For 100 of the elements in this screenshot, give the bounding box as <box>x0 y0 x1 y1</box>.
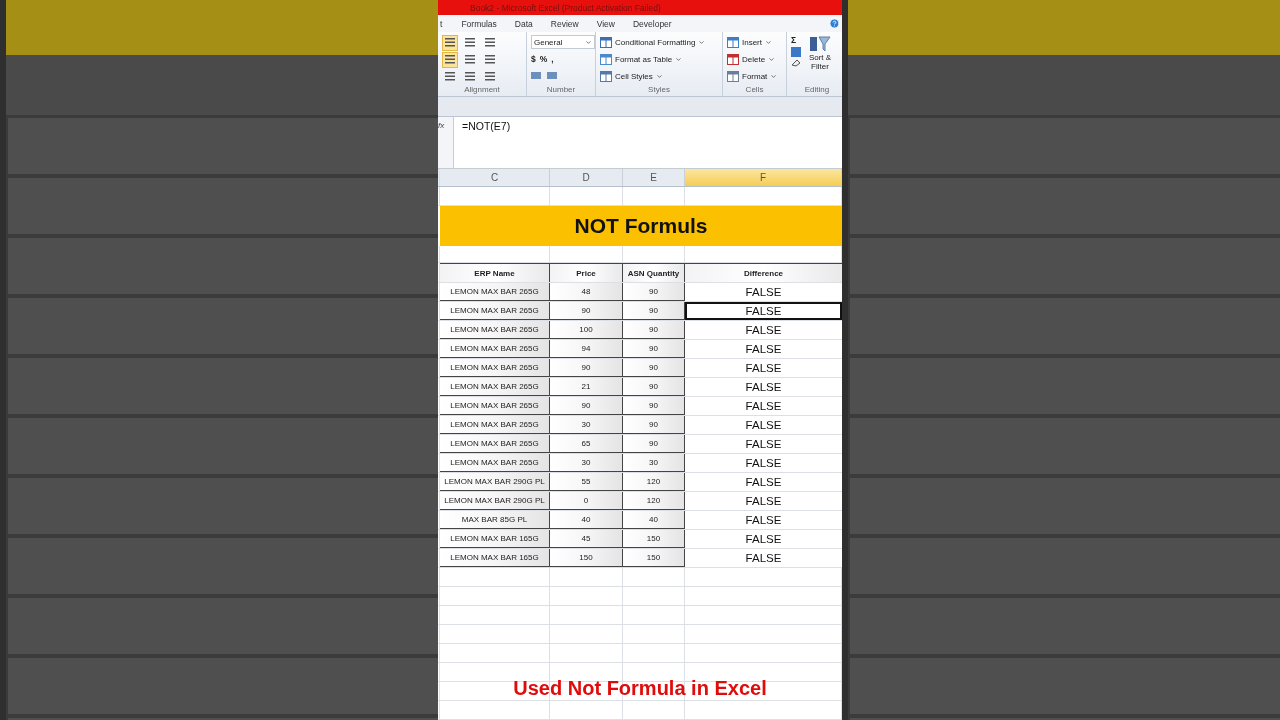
table-cell: 94 <box>550 340 623 358</box>
styles-button[interactable]: Cell Styles <box>600 69 718 85</box>
table-cell: LEMON MAX BAR 265G <box>440 397 550 415</box>
table-cell: 40 <box>623 511 685 529</box>
ribbon-tab[interactable]: Review <box>541 16 588 31</box>
ribbon-tab[interactable]: View <box>587 16 624 31</box>
caret-icon[interactable] <box>675 56 683 64</box>
table-cell[interactable]: FALSE <box>685 321 842 339</box>
table-cell[interactable]: FALSE <box>685 492 842 510</box>
group-label: Alignment <box>463 84 501 97</box>
table-cell: 30 <box>550 454 623 472</box>
ribbon-tab[interactable]: t <box>438 16 453 31</box>
table-cell: LEMON MAX BAR 265G <box>440 359 550 377</box>
number-format-button[interactable]: % <box>539 53 548 64</box>
table-cell: LEMON MAX BAR 265G <box>440 340 550 358</box>
cells-button[interactable]: Format <box>727 69 782 85</box>
table-header-cell: ERP Name <box>440 263 550 282</box>
table-cell: 30 <box>623 454 685 472</box>
caret-icon[interactable] <box>768 56 776 64</box>
number-format-button[interactable]: , <box>551 53 554 64</box>
table-cell: 150 <box>623 549 685 567</box>
table-cell: 90 <box>550 359 623 377</box>
table-header-cell: ASN Quantity <box>623 263 685 282</box>
table-cell[interactable]: FALSE <box>685 283 842 301</box>
table-cell: 55 <box>550 473 623 491</box>
cells-button[interactable]: Delete <box>727 52 782 68</box>
caret-icon[interactable] <box>655 73 663 81</box>
table-cell[interactable]: FALSE <box>685 435 842 453</box>
table-cell: LEMON MAX BAR 290G PL <box>440 473 550 491</box>
table-cell[interactable]: FALSE <box>685 397 842 415</box>
autosum-button[interactable]: Σ <box>791 35 801 46</box>
window-title: Book2 - Microsoft Excel (Product Activation Failed) <box>470 2 661 13</box>
table-cell: LEMON MAX BAR 265G <box>440 283 550 301</box>
table-cell: 90 <box>623 302 685 320</box>
table-cell[interactable]: FALSE <box>685 340 842 358</box>
table-icon <box>727 37 739 49</box>
table-icon <box>600 71 612 83</box>
formula-field[interactable]: =NOT(E7) <box>454 117 519 168</box>
cells-button[interactable]: Insert <box>727 35 782 51</box>
table-cell: 90 <box>550 397 623 415</box>
table-cell[interactable]: FALSE <box>685 549 842 567</box>
table-cell[interactable]: FALSE <box>685 511 842 529</box>
table-cell: 90 <box>623 397 685 415</box>
group-label: Number <box>545 84 577 97</box>
group-label: Styles <box>647 84 671 97</box>
table-cell: 90 <box>623 416 685 434</box>
table-cell: LEMON MAX BAR 265G <box>440 435 550 453</box>
fill-icon[interactable] <box>791 47 801 58</box>
help-icon[interactable] <box>829 18 840 30</box>
table-cell: LEMON MAX BAR 265G <box>440 302 550 320</box>
table-cell: LEMON MAX BAR 265G <box>440 416 550 434</box>
table-cell: 90 <box>550 302 623 320</box>
styles-button[interactable]: Conditional Formatting <box>600 35 718 51</box>
table-cell: MAX BAR 85G PL <box>440 511 550 529</box>
caret-icon[interactable] <box>765 39 772 47</box>
table-cell: 150 <box>623 530 685 548</box>
table-icon <box>600 37 612 49</box>
styles-button[interactable]: Format as Table <box>600 52 718 68</box>
ribbon-tab[interactable]: Developer <box>623 16 681 31</box>
table-cell[interactable]: FALSE <box>685 359 842 377</box>
table-icon <box>727 71 739 83</box>
table-icon <box>600 54 612 66</box>
table-cell: LEMON MAX BAR 265G <box>440 321 550 339</box>
table-cell[interactable]: FALSE <box>685 473 842 491</box>
number-format-button[interactable]: $ <box>531 53 536 64</box>
sort-filter-button[interactable]: Sort & Filter <box>805 53 835 72</box>
table-cell: 0 <box>550 492 623 510</box>
table-cell: 90 <box>623 321 685 339</box>
ribbon-tab[interactable]: Data <box>505 16 542 31</box>
eraser-icon[interactable] <box>791 59 801 68</box>
table-cell: 45 <box>550 530 623 548</box>
table-cell: 120 <box>623 473 685 491</box>
number-format-dropdown[interactable]: General <box>531 35 595 50</box>
table-cell: LEMON MAX BAR 265G <box>440 454 550 472</box>
caret-icon[interactable] <box>698 39 706 47</box>
table-cell[interactable]: FALSE <box>685 416 842 434</box>
table-cell: LEMON MAX BAR 290G PL <box>440 492 550 510</box>
caption: Used Not Formula in Excel <box>512 677 768 700</box>
table-cell[interactable]: FALSE <box>685 302 842 320</box>
table-cell: LEMON MAX BAR 265G <box>440 378 550 396</box>
caret-icon[interactable] <box>585 38 592 46</box>
caret-icon[interactable] <box>770 73 778 81</box>
table-cell[interactable]: FALSE <box>685 454 842 472</box>
table-header-cell: Difference <box>685 263 842 282</box>
ribbon-tab[interactable]: Formulas <box>452 16 506 31</box>
table-cell[interactable]: FALSE <box>685 378 842 396</box>
table-cell: LEMON MAX BAR 165G <box>440 530 550 548</box>
align-button[interactable] <box>442 51 458 68</box>
function-label[interactable]: fx <box>438 117 454 168</box>
table-cell[interactable]: FALSE <box>685 530 842 548</box>
align-button[interactable] <box>442 34 458 51</box>
column-header[interactable]: F <box>685 169 842 186</box>
table-cell: 30 <box>550 416 623 434</box>
group-label: Cells <box>744 84 765 97</box>
table-cell: 90 <box>623 359 685 377</box>
table-cell: 150 <box>550 549 623 567</box>
sort-filter-icon[interactable] <box>809 35 831 54</box>
table-cell: 90 <box>623 340 685 358</box>
column-header[interactable]: D <box>550 169 623 186</box>
column-header[interactable]: C <box>440 169 550 186</box>
